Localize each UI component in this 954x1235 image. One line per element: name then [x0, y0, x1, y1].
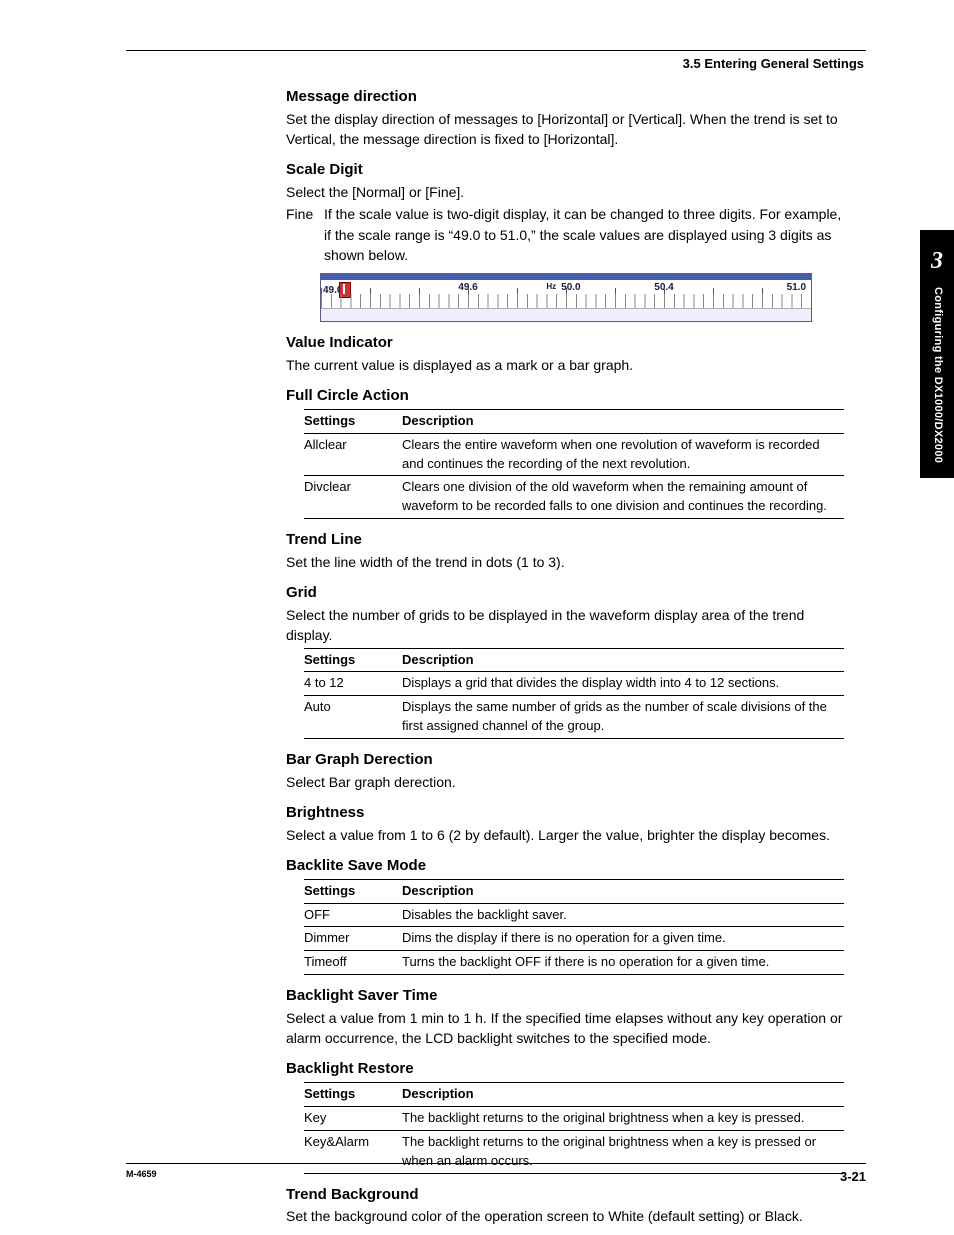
- heading-trend-line: Trend Line: [286, 529, 846, 551]
- heading-message-direction: Message direction: [286, 86, 846, 108]
- section-header: 3.5 Entering General Settings: [126, 55, 866, 74]
- table-backlight-restore: Settings Description KeyThe backlight re…: [304, 1082, 844, 1173]
- text: Select Bar graph derection.: [286, 772, 846, 792]
- scale-example-figure: 49.0 49.6 Hz 50.0 50.4 51.0: [320, 273, 812, 322]
- heading-value-indicator: Value Indicator: [286, 332, 846, 354]
- heading-scale-digit: Scale Digit: [286, 159, 846, 181]
- text: Set the background color of the operatio…: [286, 1206, 846, 1226]
- fine-definition: Fine If the scale value is two-digit dis…: [286, 204, 846, 265]
- page-number: 3-21: [840, 1168, 866, 1187]
- text: Select the [Normal] or [Fine].: [286, 182, 846, 202]
- heading-grid: Grid: [286, 582, 846, 604]
- text: Set the line width of the trend in dots …: [286, 552, 846, 572]
- table-grid: Settings Description 4 to 12Displays a g…: [304, 648, 844, 739]
- text: Select a value from 1 min to 1 h. If the…: [286, 1008, 846, 1049]
- heading-backlight-time: Backlight Saver Time: [286, 985, 846, 1007]
- fine-label: Fine: [286, 204, 324, 265]
- chapter-tab: 3 Configuring the DX1000/DX2000: [920, 230, 954, 478]
- heading-backlite-save: Backlite Save Mode: [286, 855, 846, 877]
- text: Set the display direction of messages to…: [286, 109, 846, 150]
- heading-bar-graph: Bar Graph Derection: [286, 749, 846, 771]
- heading-full-circle: Full Circle Action: [286, 385, 846, 407]
- chapter-title: Configuring the DX1000/DX2000: [929, 287, 945, 463]
- heading-backlight-restore: Backlight Restore: [286, 1058, 846, 1080]
- page-body: 3.5 Entering General Settings Message di…: [126, 50, 866, 1229]
- text: The current value is displayed as a mark…: [286, 355, 846, 375]
- text: Select a value from 1 to 6 (2 by default…: [286, 825, 846, 845]
- manual-number: M-4659: [126, 1168, 157, 1187]
- page-footer: M-4659 3-21: [126, 1163, 866, 1187]
- chapter-number: 3: [920, 244, 954, 279]
- table-backlite-save: Settings Description OFFDisables the bac…: [304, 879, 844, 975]
- fine-text: If the scale value is two-digit display,…: [324, 204, 846, 265]
- table-full-circle: Settings Description AllclearClears the …: [304, 409, 844, 519]
- text: Select the number of grids to be display…: [286, 605, 846, 646]
- heading-brightness: Brightness: [286, 802, 846, 824]
